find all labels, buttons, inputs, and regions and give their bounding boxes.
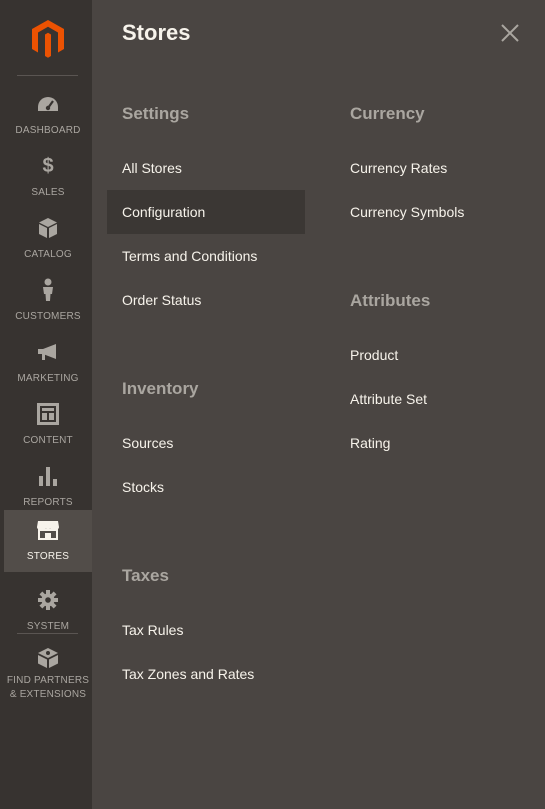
menu-link-order-status[interactable]: Order Status [122,278,201,322]
menu-link-currency-symbols[interactable]: Currency Symbols [350,190,464,234]
extensions-icon [4,646,92,670]
person-icon [4,278,92,302]
sidebar-item-stores[interactable]: STORES [4,510,92,572]
menu-link-tax-rules[interactable]: Tax Rules [122,608,183,652]
sidebar-item-content[interactable]: CONTENT [4,394,92,456]
layout-icon [4,402,92,426]
sidebar-item-label: CUSTOMERS [15,311,81,322]
sidebar-item-customers[interactable]: CUSTOMERS [4,270,92,332]
sidebar-item-label: SYSTEM [26,621,70,632]
close-icon[interactable] [497,20,523,46]
group-title-taxes: Taxes [122,566,169,585]
menu-link-product[interactable]: Product [350,333,398,377]
dollar-icon: $ [42,154,54,177]
stores-menu-panel: Stores Settings All Stores Configuration… [92,0,545,809]
cube-icon [4,216,92,240]
menu-link-rating[interactable]: Rating [350,421,390,465]
sidebar-item-label: FIND PARTNERS & EXTENSIONS [6,675,90,700]
menu-link-attribute-set[interactable]: Attribute Set [350,377,427,421]
sidebar-divider [17,75,78,76]
group-title-currency: Currency [350,104,425,123]
sidebar-item-dashboard[interactable]: DASHBOARD [4,84,92,146]
storefront-icon [4,518,92,542]
megaphone-icon [4,340,92,364]
sidebar-item-marketing[interactable]: MARKETING [4,332,92,394]
sidebar-item-label: REPORTS [23,497,73,508]
magento-logo-icon[interactable] [30,18,66,58]
gear-icon [4,588,92,612]
sidebar-divider [17,633,78,634]
menu-link-sources[interactable]: Sources [122,421,173,465]
sidebar-item-catalog[interactable]: CATALOG [4,208,92,270]
sidebar-item-label: CATALOG [24,249,72,260]
sidebar-item-label: MARKETING [17,373,79,384]
sidebar-item-sales[interactable]: $ SALES [4,146,92,208]
panel-title: Stores [122,20,191,45]
group-title-attributes: Attributes [350,291,431,310]
bar-chart-icon [4,464,92,488]
sidebar-item-reports[interactable]: REPORTS [4,456,92,518]
sidebar-item-label: CONTENT [23,435,73,446]
group-title-inventory: Inventory [122,379,199,398]
sidebar-item-find-partners[interactable]: FIND PARTNERS & EXTENSIONS [4,638,92,710]
dashboard-icon [4,92,92,116]
menu-link-terms-and-conditions[interactable]: Terms and Conditions [122,234,257,278]
menu-link-currency-rates[interactable]: Currency Rates [350,146,447,190]
menu-link-all-stores[interactable]: All Stores [122,146,182,190]
group-title-settings: Settings [122,104,190,123]
admin-sidebar: DASHBOARD $ SALES CATALOG CUSTOMERS MARK… [0,0,92,809]
sidebar-item-label: DASHBOARD [15,125,81,136]
menu-link-stocks[interactable]: Stocks [122,465,164,509]
sidebar-item-label: SALES [31,187,65,198]
sidebar-item-label: STORES [26,551,70,562]
menu-link-configuration[interactable]: Configuration [107,190,305,234]
menu-link-tax-zones-and-rates[interactable]: Tax Zones and Rates [122,652,254,696]
